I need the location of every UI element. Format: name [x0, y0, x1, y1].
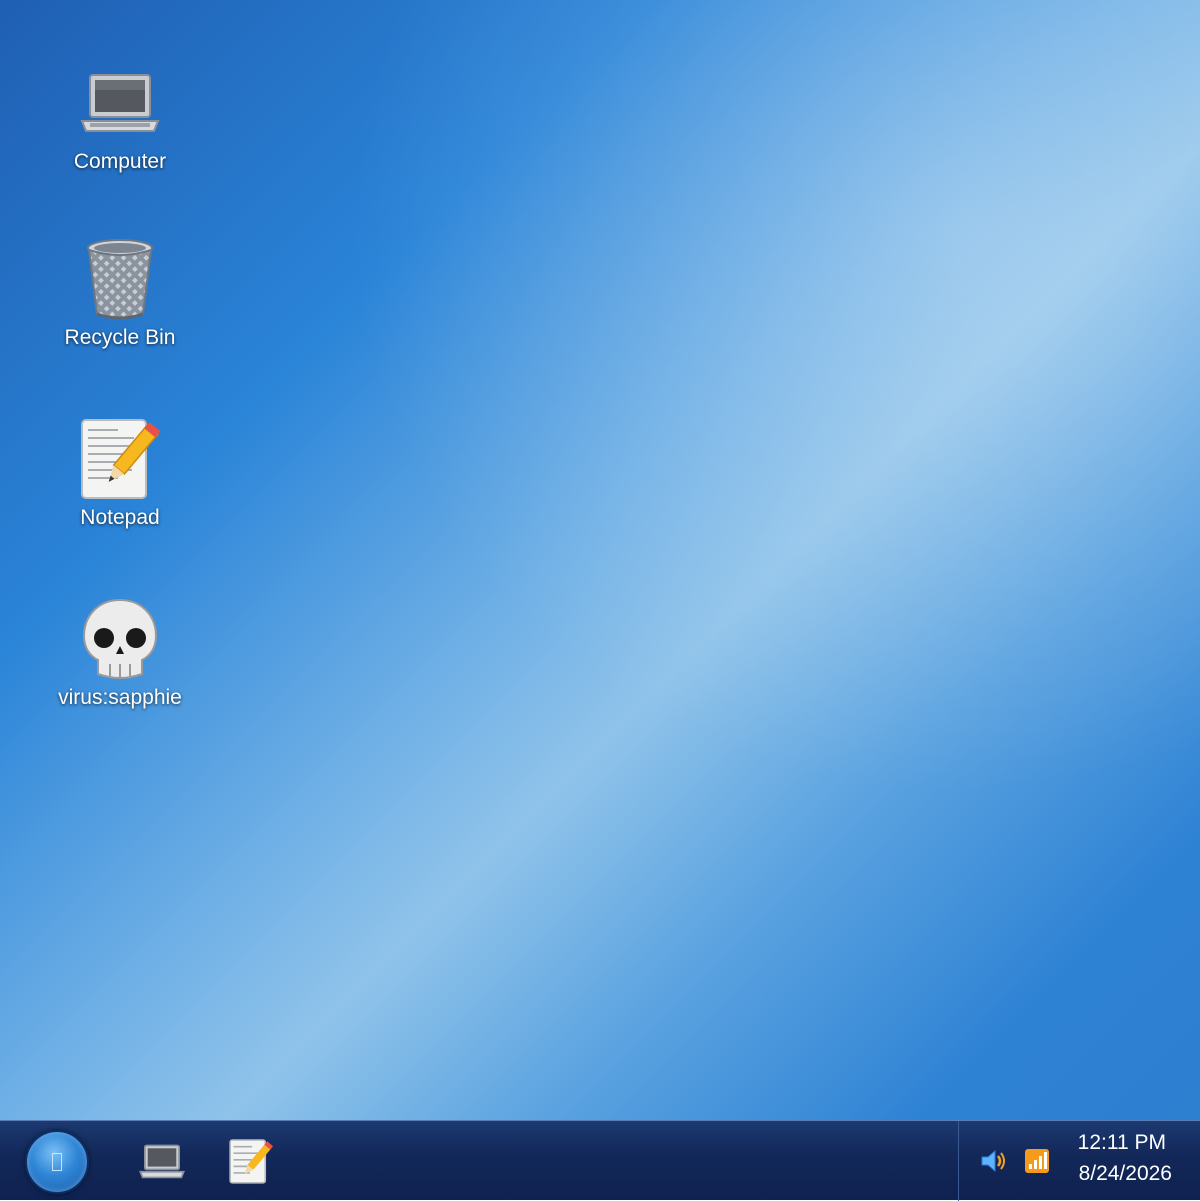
laptop-icon	[139, 1144, 185, 1179]
speaker-icon[interactable]	[979, 1147, 1007, 1175]
signal-icon[interactable]	[1023, 1147, 1051, 1175]
desktop-icon-label: Recycle Bin	[64, 326, 176, 349]
desktop-icon-recycle-bin[interactable]: Recycle Bin	[40, 238, 200, 388]
start-orb-icon	[52, 1153, 62, 1171]
laptop-icon	[78, 62, 162, 146]
notepad-icon	[78, 418, 162, 502]
taskbar-item-notepad[interactable]	[224, 1135, 278, 1189]
clock-date[interactable]: 8/24/2026	[1079, 1162, 1172, 1186]
notepad-icon	[229, 1139, 274, 1184]
taskbar: 12:11 PM 8/24/2026	[0, 1120, 1200, 1201]
desktop-icon-label: Notepad	[80, 506, 160, 529]
skull-icon	[78, 598, 162, 682]
clock-time[interactable]: 12:11 PM	[1078, 1131, 1166, 1155]
desktop-icon-virus-sapphie[interactable]: virus:sapphie	[40, 598, 200, 748]
desktop-icon-computer[interactable]: Computer	[40, 62, 200, 212]
recycle-bin-icon	[78, 238, 162, 322]
start-button[interactable]	[25, 1130, 89, 1194]
desktop: Computer Recycle Bin Notepad virus:sapph…	[0, 0, 1200, 1120]
desktop-icon-label: virus:sapphie	[58, 686, 182, 709]
system-tray: 12:11 PM 8/24/2026	[958, 1121, 1200, 1201]
desktop-icon-label: Computer	[73, 150, 167, 173]
desktop-icon-notepad[interactable]: Notepad	[40, 418, 200, 568]
taskbar-item-computer[interactable]	[135, 1135, 189, 1189]
